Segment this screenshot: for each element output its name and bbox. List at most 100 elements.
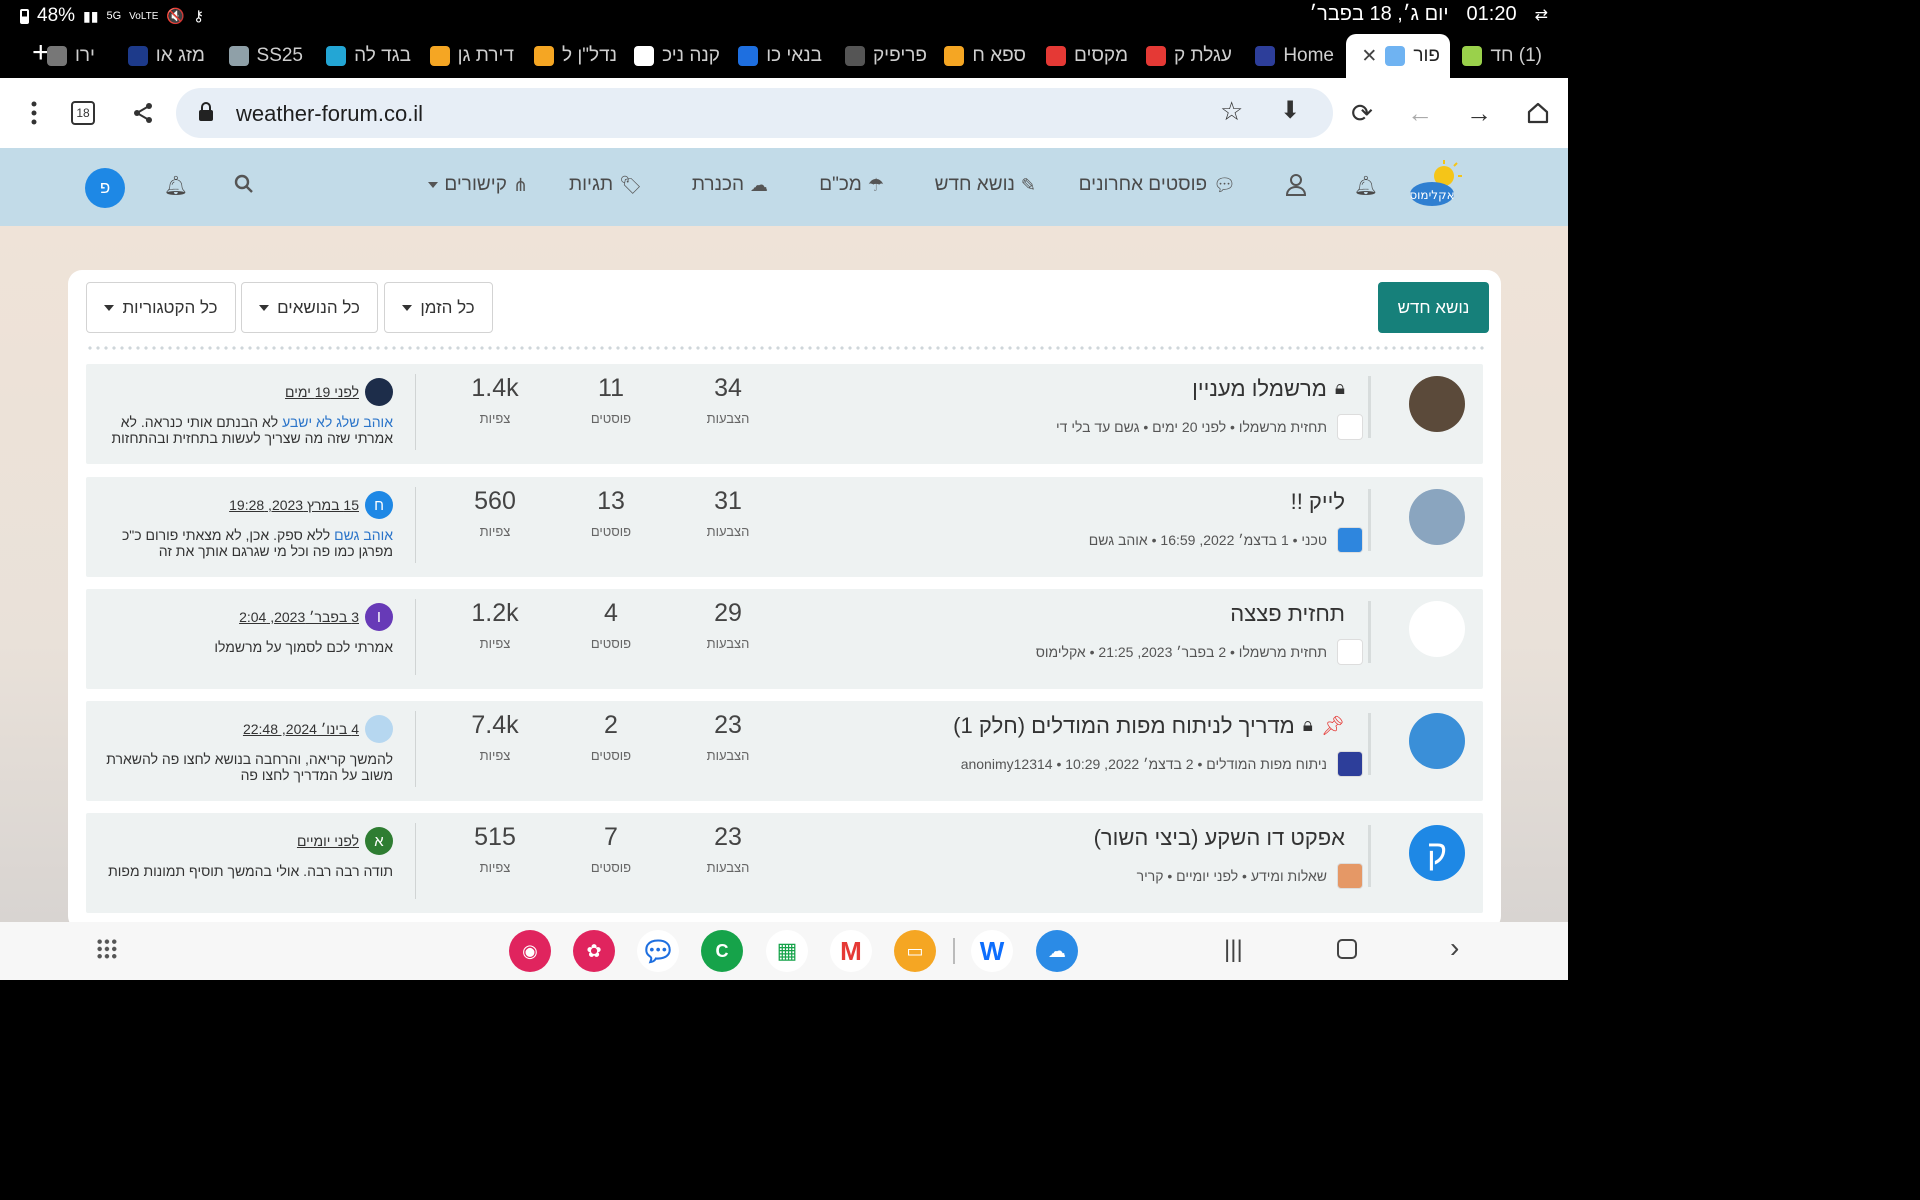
category-icon[interactable] <box>1337 639 1363 665</box>
nav-links-label: קישורים <box>444 174 507 195</box>
last-poster-avatar[interactable] <box>365 715 393 743</box>
nav-recent-posts[interactable]: 💬︎ פוסטים אחרונים <box>1079 174 1236 196</box>
sheets-app-icon[interactable]: ▦ <box>766 930 808 972</box>
browser-tab[interactable]: פריפיק <box>835 34 937 78</box>
menu-dots-icon[interactable] <box>17 96 51 130</box>
category-icon[interactable] <box>1337 414 1363 440</box>
home-nav-icon[interactable] <box>1337 939 1357 959</box>
browser-tab[interactable]: מקסים <box>1038 34 1138 78</box>
last-poster-name[interactable]: אוהב גשם <box>334 527 393 543</box>
category-icon[interactable] <box>1337 863 1363 889</box>
user-profile-icon[interactable] <box>1286 174 1306 196</box>
recents-nav-icon[interactable]: ||| <box>1224 936 1243 964</box>
topic-row[interactable]: לייק !! טכני • 1 בדצמ׳ 2022, 16:59 • אוה… <box>86 477 1483 577</box>
browser-tab[interactable]: קנה ניכ <box>629 34 730 78</box>
user-avatar[interactable]: פ <box>85 168 125 208</box>
last-post-time[interactable]: 4 בינו׳ 2024, 22:48 <box>243 721 359 737</box>
last-post-time[interactable]: 3 בפבר׳ 2023, 2:04 <box>239 609 359 625</box>
last-poster-avatar[interactable] <box>365 378 393 406</box>
topic-meta: תחזית מרשמלו • לפני 20 ימים • גשם עד בלי… <box>1056 414 1363 440</box>
votes-label: הצבעות <box>706 524 750 539</box>
topics-filter-dropdown[interactable]: כל הנושאים <box>241 282 378 333</box>
close-tab-icon[interactable]: ✕ <box>1361 45 1377 68</box>
bookmark-star-icon[interactable]: ☆ <box>1220 96 1243 127</box>
weather-app-icon[interactable]: W <box>971 930 1013 972</box>
divider <box>415 599 416 675</box>
last-poster-avatar[interactable]: א <box>365 827 393 855</box>
browser-tab[interactable]: פור ✕ <box>1346 34 1450 78</box>
topic-title[interactable]: 🔒︎ מרשמלו מעניין <box>1192 376 1345 402</box>
back-nav-icon[interactable]: › <box>1450 932 1459 964</box>
back-arrow-icon[interactable]: ← <box>1403 96 1437 130</box>
topic-title[interactable]: 📌︎ 🔒︎ מדריך לניתוח מפות המודלים (חלק 1) <box>953 713 1345 739</box>
last-post-text: להמשך קריאה, והרחבה בנושא לחצו פה להשארת… <box>106 751 393 783</box>
browser-tab[interactable]: בנאי כו <box>732 34 832 78</box>
url-field[interactable]: weather-forum.co.il ☆ ⬇ <box>176 88 1333 138</box>
topic-row[interactable]: 📌︎ 🔒︎ מדריך לניתוח מפות המודלים (חלק 1) ני… <box>86 701 1483 801</box>
search-icon[interactable] <box>234 174 254 194</box>
topic-title[interactable]: לייק !! <box>1291 489 1345 515</box>
browser-tab[interactable]: ספא ח <box>939 34 1036 78</box>
nav-links[interactable]: ⋔ קישורים <box>428 174 528 196</box>
share-nodes-icon: ⋔ <box>512 174 528 195</box>
browser-tab[interactable]: עגלת ק <box>1142 34 1242 78</box>
nav-new-topic[interactable]: ✎ נושא חדש <box>935 174 1036 196</box>
phone-app-icon[interactable]: C <box>701 930 743 972</box>
topic-row[interactable]: ק אפקט דו השקע (ביצי השור) שאלות ומידע •… <box>86 813 1483 913</box>
topic-avatar[interactable] <box>1409 713 1465 769</box>
lock-icon: 🔒︎ <box>1302 715 1313 736</box>
nav-kinneret[interactable]: ☁ הכנרת <box>692 174 768 196</box>
notifications-bell-icon[interactable]: 🔔︎ <box>1354 174 1378 198</box>
browser-tab[interactable]: בגד לה <box>320 34 421 78</box>
share-icon[interactable] <box>126 96 160 130</box>
browser-tab[interactable]: מזג או <box>115 34 215 78</box>
topic-avatar[interactable] <box>1409 601 1465 657</box>
last-post-time[interactable]: לפני 19 ימים <box>285 384 359 400</box>
download-icon[interactable]: ⬇ <box>1280 96 1300 125</box>
tab-favicon-icon <box>1046 46 1067 66</box>
browser-tab[interactable]: (1) חד <box>1452 34 1552 78</box>
topic-meta-text: טכני • 1 בדצמ׳ 2022, 16:59 • אוהב גשם <box>1088 532 1327 548</box>
gallery-app-icon[interactable]: ✿ <box>573 930 615 972</box>
cloud-weather-app-icon[interactable]: ☁ <box>1036 930 1078 972</box>
tab-label: דירת גן <box>457 45 514 66</box>
reload-icon[interactable]: ⟳ <box>1345 96 1379 130</box>
topic-avatar[interactable]: ק <box>1409 825 1465 881</box>
topic-title[interactable]: תחזית פצצה <box>1230 601 1345 627</box>
categories-filter-dropdown[interactable]: כל הקטגוריות <box>86 282 236 333</box>
app-drawer-icon[interactable] <box>96 938 118 960</box>
nav-radar[interactable]: ☂ מכ"ם <box>819 174 884 196</box>
topic-title[interactable]: אפקט דו השקע (ביצי השור) <box>1094 825 1345 851</box>
messages-app-icon[interactable]: 💬︎ <box>637 930 679 972</box>
nav-tags[interactable]: 🏷︎ תגיות <box>569 174 642 196</box>
last-post-time[interactable]: 15 במרץ 2023, 19:28 <box>229 497 359 513</box>
time-filter-dropdown[interactable]: כל הזמן <box>384 282 493 333</box>
camera-app-icon[interactable]: ◉ <box>509 930 551 972</box>
new-topic-button[interactable]: נושא חדש <box>1378 282 1489 333</box>
site-logo[interactable]: אקלימוס <box>1406 158 1464 216</box>
last-post-time[interactable]: לפני יומיים <box>297 833 359 849</box>
divider <box>1368 713 1371 775</box>
topic-row[interactable]: 🔒︎ מרשמלו מעניין תחזית מרשמלו • לפני 20 י… <box>86 364 1483 464</box>
tab-switcher-button[interactable]: 18 <box>66 96 100 130</box>
last-poster-name[interactable]: אוהב שלג לא ישבע <box>282 414 393 430</box>
home-icon[interactable] <box>1521 96 1555 130</box>
files-app-icon[interactable]: ▭ <box>894 930 936 972</box>
browser-tab[interactable]: ירו <box>10 34 105 78</box>
category-icon[interactable] <box>1337 751 1363 777</box>
last-poster-avatar[interactable]: I <box>365 603 393 631</box>
last-poster-avatar[interactable]: ח <box>365 491 393 519</box>
browser-tab[interactable]: Home <box>1246 34 1344 78</box>
forward-arrow-icon[interactable]: → <box>1462 96 1496 130</box>
browser-tab[interactable]: SS25 <box>217 34 313 78</box>
gmail-app-icon[interactable]: M <box>830 930 872 972</box>
bell-icon[interactable]: 🔔︎ <box>164 174 188 198</box>
browser-tab[interactable]: דירת גן <box>423 34 524 78</box>
category-icon[interactable] <box>1337 527 1363 553</box>
topic-avatar[interactable] <box>1409 489 1465 545</box>
browser-tab[interactable]: נדל"ן ל <box>526 34 627 78</box>
topic-avatar[interactable] <box>1409 376 1465 432</box>
umbrella-icon: ☂ <box>867 174 884 195</box>
topic-row[interactable]: תחזית פצצה תחזית מרשמלו • 2 בפבר׳ 2023, … <box>86 589 1483 689</box>
divider <box>1368 825 1371 887</box>
